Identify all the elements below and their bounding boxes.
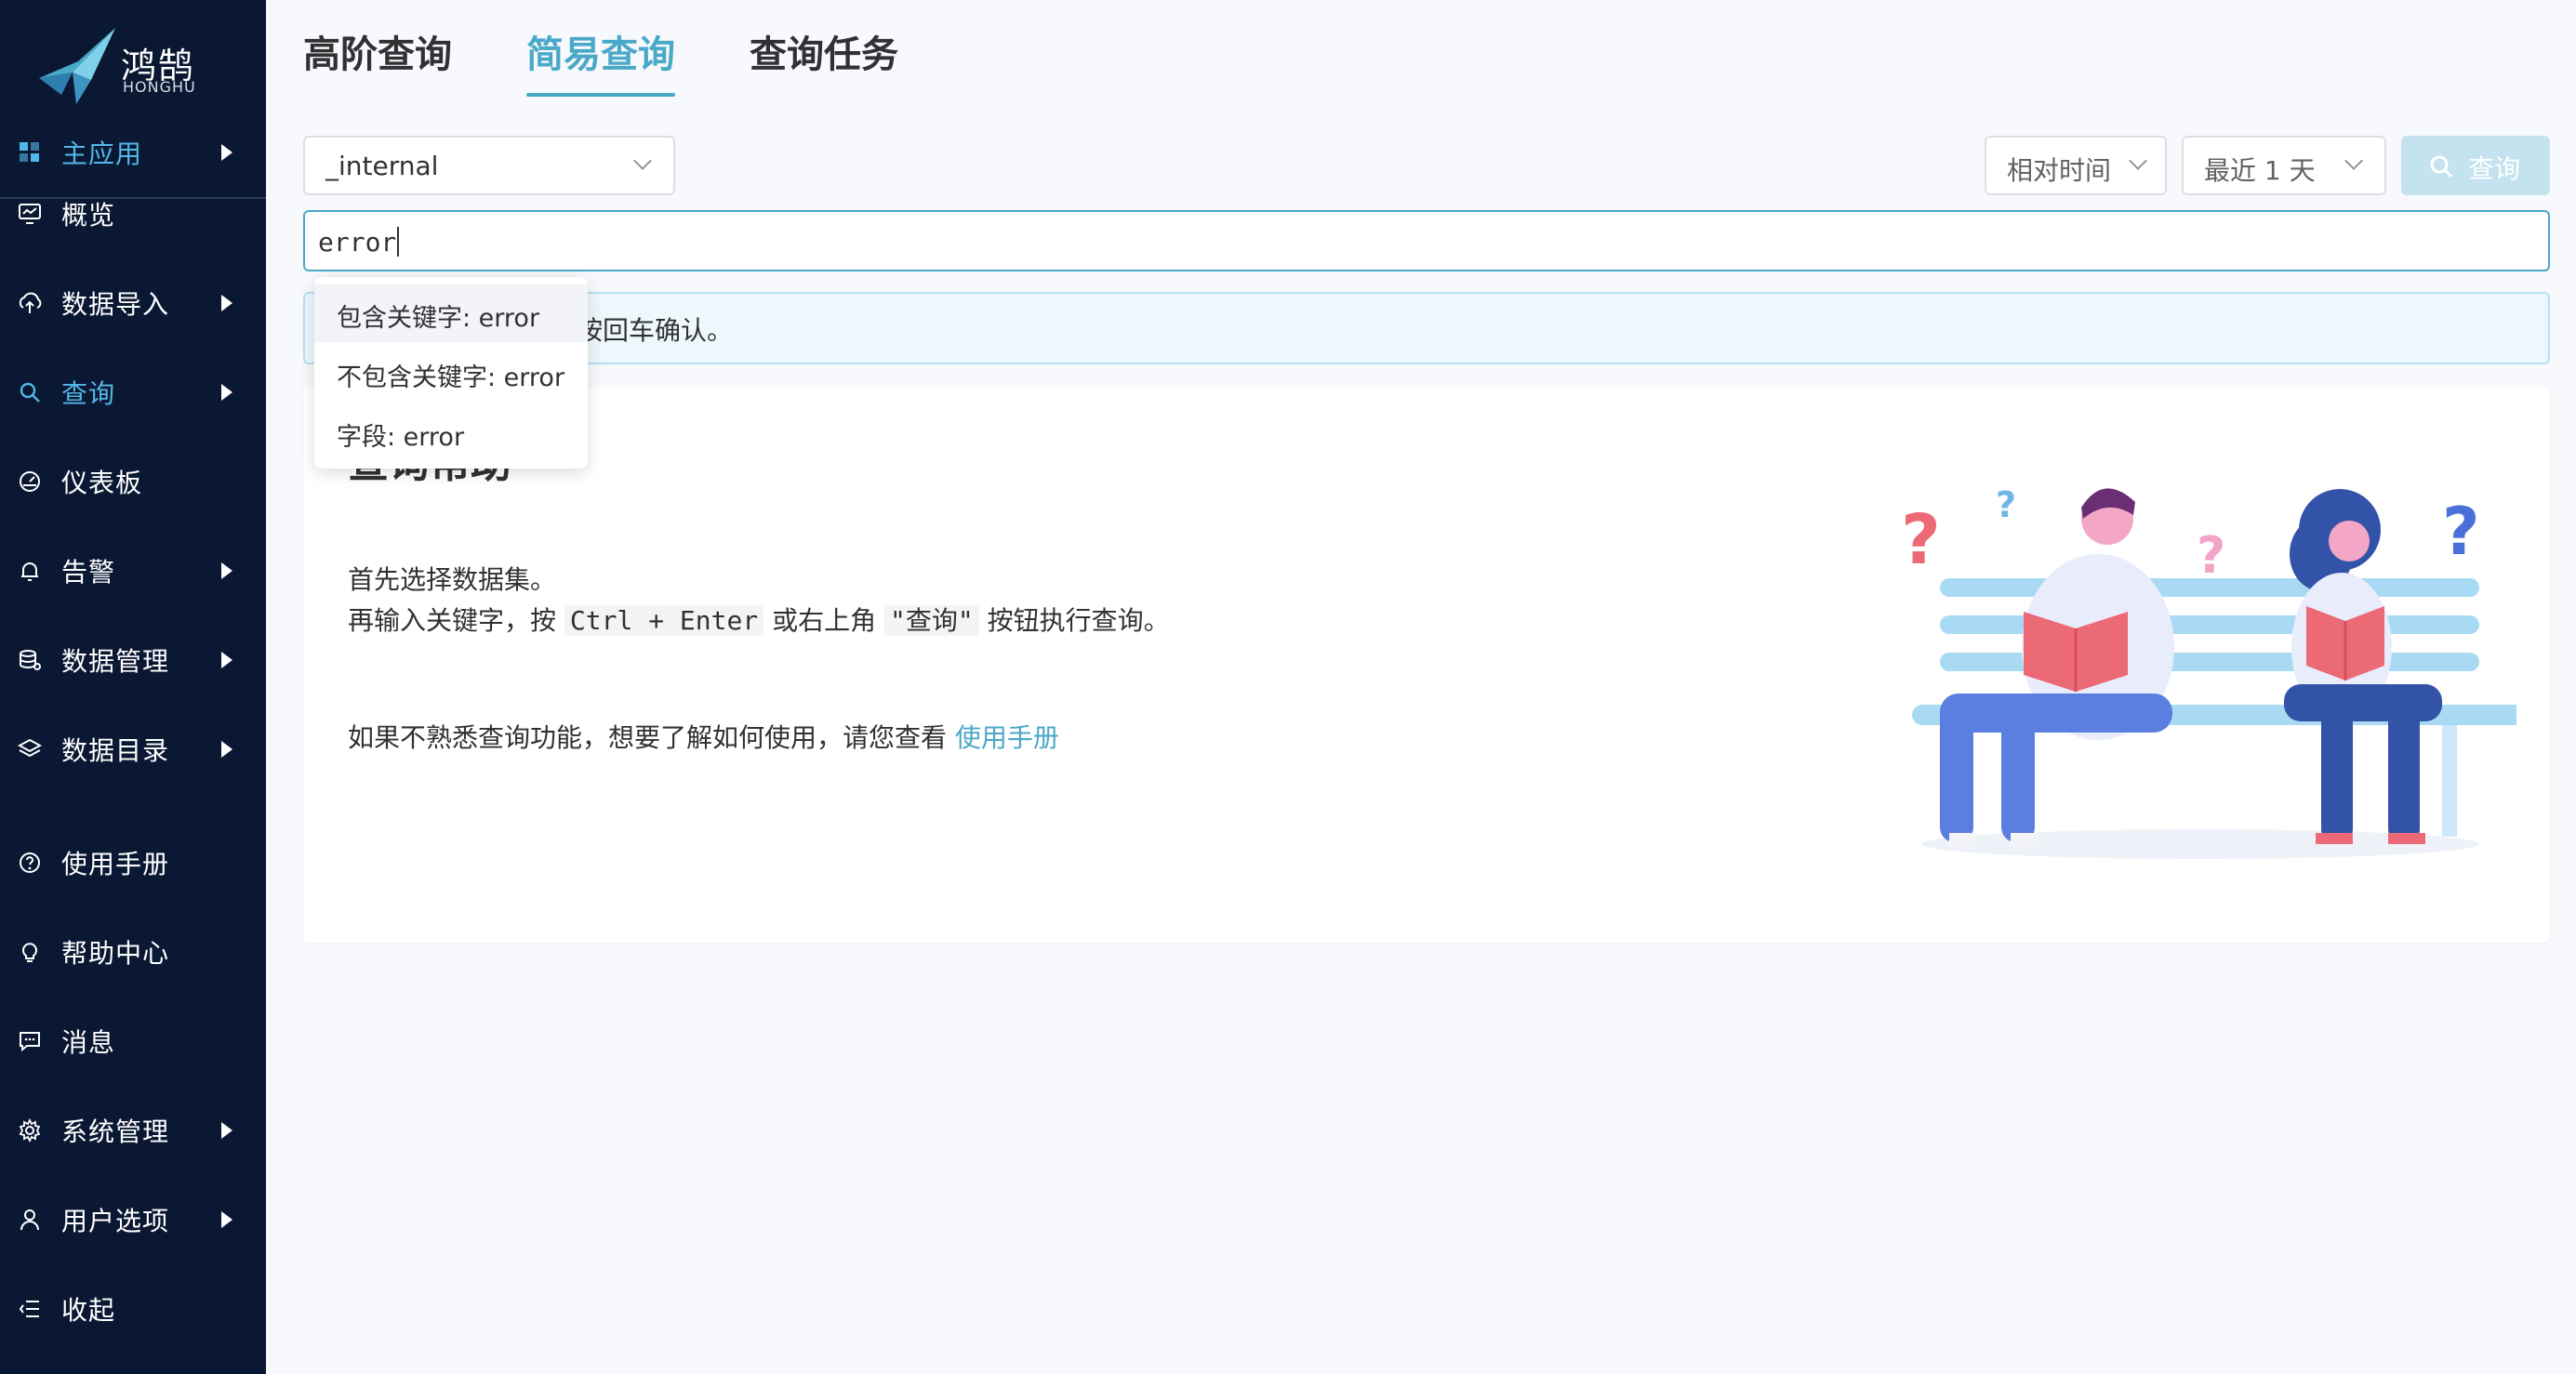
help-line-2: 再输入关键字，按 Ctrl + Enter 或右上角 "查询" 按钮执行查询。 — [348, 601, 1170, 638]
gear-icon — [17, 1117, 43, 1143]
sidebar-item-gear[interactable]: 系统管理 — [0, 1101, 266, 1160]
user-icon — [17, 1207, 43, 1233]
svg-text:?: ? — [1996, 484, 2016, 525]
sidebar-item-dashboard[interactable]: 仪表板 — [0, 452, 266, 511]
query-help-card: 查询帮助 首先选择数据集。 再输入关键字，按 Ctrl + Enter 或右上角… — [303, 387, 2550, 943]
sidebar-item-message[interactable]: 消息 — [0, 1011, 266, 1071]
database-icon — [17, 647, 43, 673]
query-input[interactable]: error — [303, 210, 2550, 271]
message-icon — [17, 1028, 43, 1054]
tab-query-tasks[interactable]: 查询任务 — [750, 24, 898, 78]
query-button-label: 查询 — [2468, 153, 2521, 184]
bell-icon — [17, 558, 43, 584]
keyboard-shortcut: Ctrl + Enter — [564, 605, 764, 636]
sidebar-item-monitor[interactable]: 概览 — [0, 184, 266, 244]
sidebar-item-layers[interactable]: 数据目录 — [0, 720, 266, 779]
help-line-2-prefix: 再输入关键字，按 — [348, 605, 557, 636]
dashboard-icon — [17, 469, 43, 495]
sidebar-item-label: 主应用 — [61, 139, 143, 169]
caret-right-icon — [221, 741, 232, 758]
info-alert-text: 按回车确认。 — [577, 315, 734, 346]
help-line-3-text: 如果不熟悉查询功能，想要了解如何使用，请您查看 — [348, 722, 948, 753]
svg-text:?: ? — [2442, 494, 2480, 570]
help-circle-icon — [17, 850, 43, 876]
caret-right-icon — [221, 562, 232, 579]
lightbulb-icon — [17, 939, 43, 965]
sidebar-item-label: 消息 — [61, 1027, 116, 1058]
caret-right-icon — [221, 1211, 232, 1228]
help-line-3: 如果不熟悉查询功能，想要了解如何使用，请您查看 使用手册 — [348, 718, 1059, 755]
sidebar-item-search[interactable]: 查询 — [0, 363, 266, 422]
chevron-down-icon — [633, 152, 652, 170]
manual-link[interactable]: 使用手册 — [955, 722, 1059, 753]
suggestion-item-not-contains[interactable]: 不包含关键字: error — [314, 344, 588, 402]
brand-logo[interactable]: 鸿鹄 HONGHU — [35, 24, 221, 108]
active-tab-indicator — [526, 93, 675, 97]
sidebar-item-label: 系统管理 — [61, 1116, 170, 1147]
caret-right-icon — [221, 1122, 232, 1139]
sidebar-item-lightbulb[interactable]: 帮助中心 — [0, 922, 266, 982]
sidebar-item-main-app[interactable]: 主应用 — [0, 123, 266, 182]
help-line-2-suffix: 按钮执行查询。 — [987, 605, 1170, 636]
help-line-1: 首先选择数据集。 — [348, 564, 557, 595]
sidebar-item-label: 告警 — [61, 557, 116, 588]
sidebar-item-label: 查询 — [61, 378, 116, 409]
suggestion-item-field[interactable]: 字段: error — [314, 403, 588, 461]
tab-simple-query[interactable]: 简易查询 — [526, 24, 675, 78]
sidebar-item-label: 收起 — [61, 1295, 116, 1326]
sidebar-item-user[interactable]: 用户选项 — [0, 1190, 266, 1249]
bird-logo-icon — [39, 28, 115, 104]
sidebar-item-help-circle[interactable]: 使用手册 — [0, 833, 266, 892]
layers-icon — [17, 736, 43, 762]
sidebar-item-label: 使用手册 — [61, 849, 170, 879]
suggestion-label: 包含关键字: error — [337, 304, 540, 333]
sidebar-item-label: 数据目录 — [61, 735, 170, 766]
sidebar-item-label: 帮助中心 — [61, 938, 170, 969]
svg-text:?: ? — [2197, 526, 2225, 585]
dataset-value: _internal — [325, 151, 439, 181]
search-icon — [17, 379, 43, 405]
sidebar-item-label: 用户选项 — [61, 1206, 170, 1236]
search-icon — [2430, 155, 2453, 178]
caret-right-icon — [221, 144, 232, 161]
query-button[interactable]: 查询 — [2401, 136, 2550, 195]
reading-people-illustration: ? ? ? ? — [1901, 484, 2516, 859]
cloud-upload-icon — [17, 290, 43, 316]
caret-right-icon — [221, 652, 232, 668]
sidebar-item-bell[interactable]: 告警 — [0, 541, 266, 601]
caret-right-icon — [221, 295, 232, 311]
suggestion-item-contains[interactable]: 包含关键字: error — [314, 284, 588, 342]
sidebar-item-label: 数据管理 — [61, 646, 170, 677]
sidebar-item-cloud-upload[interactable]: 数据导入 — [0, 273, 266, 333]
help-line-2-middle: 或右上角 — [772, 605, 877, 636]
suggestion-dropdown: 包含关键字: error 不包含关键字: error 字段: error — [314, 277, 588, 469]
query-input-value: error — [318, 227, 400, 258]
sidebar-item-label: 概览 — [61, 200, 116, 231]
monitor-icon — [17, 201, 43, 227]
time-mode-label: 相对时间 — [2007, 155, 2112, 186]
time-range-label: 最近 1 天 — [2204, 155, 2316, 186]
sidebar-item-collapse[interactable]: 收起 — [0, 1279, 266, 1339]
chevron-down-icon — [2129, 152, 2147, 170]
sidebar: 鸿鹄 HONGHU 主应用 概览数据导入查询仪表板告警数据管理数据目录使用手册帮… — [0, 0, 266, 1374]
suggestion-label: 字段: error — [337, 423, 465, 452]
info-alert: 按回车确认。 — [303, 292, 2550, 364]
sidebar-item-database[interactable]: 数据管理 — [0, 630, 266, 690]
sidebar-item-label: 数据导入 — [61, 289, 170, 320]
query-button-reference: "查询" — [884, 605, 979, 636]
dataset-select[interactable]: _internal — [303, 136, 675, 195]
grid-icon — [17, 139, 43, 165]
time-range-select[interactable]: 最近 1 天 — [2182, 136, 2386, 195]
suggestion-label: 不包含关键字: error — [337, 363, 565, 392]
chevron-down-icon — [2344, 152, 2363, 170]
svg-text:?: ? — [1901, 500, 1941, 580]
tab-advanced-query[interactable]: 高阶查询 — [303, 24, 452, 78]
text-caret — [397, 227, 400, 257]
sidebar-item-label: 仪表板 — [61, 468, 143, 498]
brand-subtitle: HONGHU — [123, 78, 196, 96]
collapse-icon — [17, 1296, 43, 1322]
caret-right-icon — [221, 384, 232, 401]
time-mode-select[interactable]: 相对时间 — [1985, 136, 2167, 195]
